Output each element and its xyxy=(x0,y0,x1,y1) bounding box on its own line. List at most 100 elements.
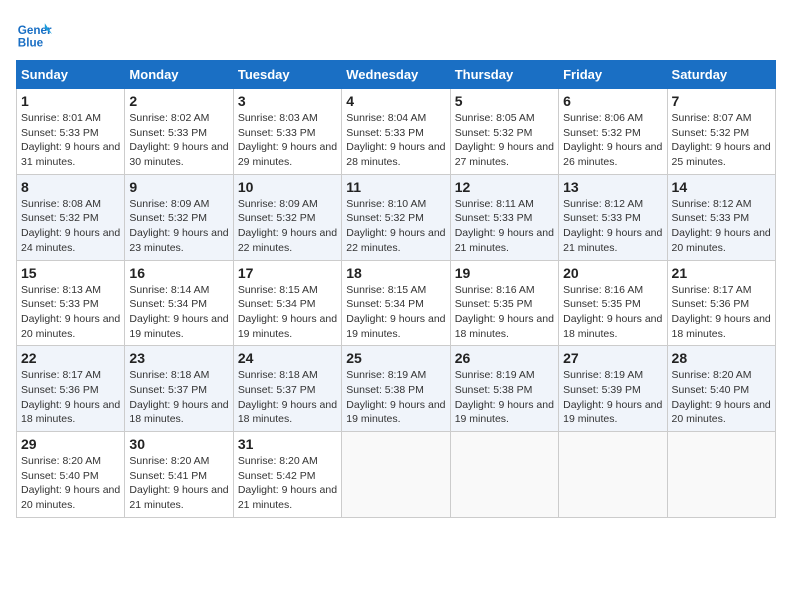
sunset-time: 5:40 PM xyxy=(710,384,749,396)
sunset-time: 5:36 PM xyxy=(60,384,99,396)
day-cell-2: 2 Sunrise: 8:02 AM Sunset: 5:33 PM Dayli… xyxy=(125,89,233,175)
svg-text:Blue: Blue xyxy=(18,37,44,50)
day-cell-20: 20 Sunrise: 8:16 AM Sunset: 5:35 PM Dayl… xyxy=(559,260,667,346)
sunset-label: Sunset: xyxy=(455,127,494,139)
day-cell-10: 10 Sunrise: 8:09 AM Sunset: 5:32 PM Dayl… xyxy=(233,174,341,260)
week-row-2: 8 Sunrise: 8:08 AM Sunset: 5:32 PM Dayli… xyxy=(17,174,776,260)
day-number: 29 xyxy=(21,436,120,452)
weekday-header-tuesday: Tuesday xyxy=(233,61,341,89)
daylight-label: Daylight: 9 hours and 20 minutes. xyxy=(21,313,120,340)
sunset-label: Sunset: xyxy=(672,384,711,396)
sunset-label: Sunset: xyxy=(455,384,494,396)
day-number: 11 xyxy=(346,179,445,195)
sunrise-time: 8:08 AM xyxy=(62,198,101,210)
sunrise-label: Sunrise: xyxy=(455,198,496,210)
day-info: Sunrise: 8:06 AM Sunset: 5:32 PM Dayligh… xyxy=(563,111,662,170)
sunrise-label: Sunrise: xyxy=(672,198,713,210)
sunrise-label: Sunrise: xyxy=(129,198,170,210)
page-header: General Blue xyxy=(16,16,776,52)
day-number: 2 xyxy=(129,93,228,109)
daylight-label: Daylight: 9 hours and 26 minutes. xyxy=(563,141,662,168)
sunrise-time: 8:04 AM xyxy=(388,112,427,124)
sunrise-label: Sunrise: xyxy=(21,369,62,381)
day-info: Sunrise: 8:20 AM Sunset: 5:40 PM Dayligh… xyxy=(672,368,771,427)
sunrise-label: Sunrise: xyxy=(21,284,62,296)
sunset-time: 5:39 PM xyxy=(602,384,641,396)
sunrise-label: Sunrise: xyxy=(672,112,713,124)
weekday-header-friday: Friday xyxy=(559,61,667,89)
sunrise-time: 8:17 AM xyxy=(62,369,101,381)
sunrise-label: Sunrise: xyxy=(672,284,713,296)
sunset-label: Sunset: xyxy=(129,212,168,224)
day-cell-26: 26 Sunrise: 8:19 AM Sunset: 5:38 PM Dayl… xyxy=(450,346,558,432)
sunset-label: Sunset: xyxy=(129,298,168,310)
day-cell-9: 9 Sunrise: 8:09 AM Sunset: 5:32 PM Dayli… xyxy=(125,174,233,260)
day-info: Sunrise: 8:03 AM Sunset: 5:33 PM Dayligh… xyxy=(238,111,337,170)
sunrise-label: Sunrise: xyxy=(238,112,279,124)
sunset-time: 5:40 PM xyxy=(60,470,99,482)
day-number: 7 xyxy=(672,93,771,109)
sunset-time: 5:32 PM xyxy=(385,212,424,224)
daylight-label: Daylight: 9 hours and 29 minutes. xyxy=(238,141,337,168)
day-cell-21: 21 Sunrise: 8:17 AM Sunset: 5:36 PM Dayl… xyxy=(667,260,775,346)
day-number: 4 xyxy=(346,93,445,109)
day-number: 31 xyxy=(238,436,337,452)
sunset-time: 5:38 PM xyxy=(385,384,424,396)
sunrise-time: 8:18 AM xyxy=(171,369,210,381)
sunrise-label: Sunrise: xyxy=(455,369,496,381)
day-cell-14: 14 Sunrise: 8:12 AM Sunset: 5:33 PM Dayl… xyxy=(667,174,775,260)
sunrise-label: Sunrise: xyxy=(563,284,604,296)
sunset-label: Sunset: xyxy=(21,212,60,224)
daylight-label: Daylight: 9 hours and 22 minutes. xyxy=(346,227,445,254)
day-number: 1 xyxy=(21,93,120,109)
sunset-time: 5:34 PM xyxy=(276,298,315,310)
day-number: 13 xyxy=(563,179,662,195)
sunset-time: 5:33 PM xyxy=(168,127,207,139)
sunset-label: Sunset: xyxy=(129,384,168,396)
sunset-label: Sunset: xyxy=(672,127,711,139)
sunset-label: Sunset: xyxy=(21,298,60,310)
daylight-label: Daylight: 9 hours and 19 minutes. xyxy=(346,399,445,426)
logo: General Blue xyxy=(16,16,56,52)
daylight-label: Daylight: 9 hours and 25 minutes. xyxy=(672,141,771,168)
day-number: 17 xyxy=(238,265,337,281)
day-cell-19: 19 Sunrise: 8:16 AM Sunset: 5:35 PM Dayl… xyxy=(450,260,558,346)
day-info: Sunrise: 8:19 AM Sunset: 5:38 PM Dayligh… xyxy=(346,368,445,427)
sunrise-time: 8:12 AM xyxy=(605,198,644,210)
sunset-time: 5:36 PM xyxy=(710,298,749,310)
day-cell-24: 24 Sunrise: 8:18 AM Sunset: 5:37 PM Dayl… xyxy=(233,346,341,432)
daylight-label: Daylight: 9 hours and 19 minutes. xyxy=(129,313,228,340)
sunrise-label: Sunrise: xyxy=(672,369,713,381)
sunrise-label: Sunrise: xyxy=(238,284,279,296)
daylight-label: Daylight: 9 hours and 21 minutes. xyxy=(238,484,337,511)
sunrise-time: 8:13 AM xyxy=(62,284,101,296)
sunset-time: 5:32 PM xyxy=(276,212,315,224)
day-number: 6 xyxy=(563,93,662,109)
sunrise-label: Sunrise: xyxy=(346,112,387,124)
day-cell-15: 15 Sunrise: 8:13 AM Sunset: 5:33 PM Dayl… xyxy=(17,260,125,346)
day-number: 20 xyxy=(563,265,662,281)
sunset-label: Sunset: xyxy=(346,384,385,396)
sunset-label: Sunset: xyxy=(238,298,277,310)
sunset-time: 5:42 PM xyxy=(276,470,315,482)
sunset-label: Sunset: xyxy=(129,127,168,139)
sunrise-time: 8:05 AM xyxy=(496,112,535,124)
sunrise-time: 8:19 AM xyxy=(388,369,427,381)
daylight-label: Daylight: 9 hours and 20 minutes. xyxy=(21,484,120,511)
day-cell-12: 12 Sunrise: 8:11 AM Sunset: 5:33 PM Dayl… xyxy=(450,174,558,260)
sunrise-label: Sunrise: xyxy=(238,198,279,210)
day-info: Sunrise: 8:12 AM Sunset: 5:33 PM Dayligh… xyxy=(672,197,771,256)
day-info: Sunrise: 8:02 AM Sunset: 5:33 PM Dayligh… xyxy=(129,111,228,170)
sunset-label: Sunset: xyxy=(563,298,602,310)
daylight-label: Daylight: 9 hours and 28 minutes. xyxy=(346,141,445,168)
day-cell-7: 7 Sunrise: 8:07 AM Sunset: 5:32 PM Dayli… xyxy=(667,89,775,175)
day-info: Sunrise: 8:14 AM Sunset: 5:34 PM Dayligh… xyxy=(129,283,228,342)
sunrise-label: Sunrise: xyxy=(455,284,496,296)
sunrise-label: Sunrise: xyxy=(129,112,170,124)
sunset-time: 5:33 PM xyxy=(276,127,315,139)
week-row-4: 22 Sunrise: 8:17 AM Sunset: 5:36 PM Dayl… xyxy=(17,346,776,432)
sunset-time: 5:33 PM xyxy=(710,212,749,224)
svg-text:General: General xyxy=(18,24,52,37)
sunset-time: 5:32 PM xyxy=(602,127,641,139)
day-info: Sunrise: 8:19 AM Sunset: 5:39 PM Dayligh… xyxy=(563,368,662,427)
